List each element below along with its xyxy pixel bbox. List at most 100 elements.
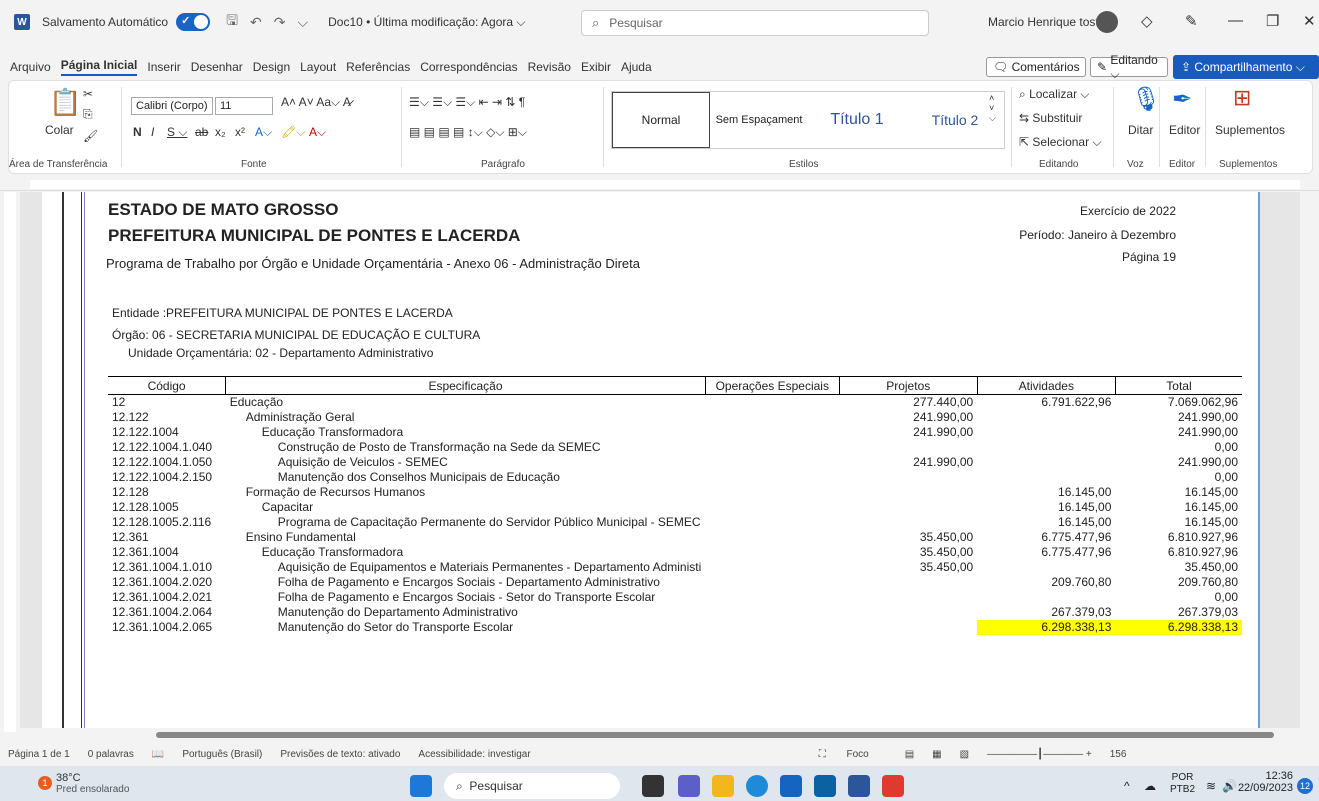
grow-font-icon[interactable]: A˄ A˅ Aa⌵ A̷ — [281, 95, 351, 110]
document-canvas[interactable]: ESTADO DE MATO GROSSO PREFEITURA MUNICIP… — [20, 192, 1300, 728]
style-no-spacing[interactable]: Sem Espaçament — [710, 92, 808, 148]
diamond-icon[interactable]: ◇ — [1141, 12, 1153, 30]
start-icon[interactable] — [410, 775, 432, 797]
subscript-icon[interactable]: x₂ — [215, 125, 226, 139]
cut-icon[interactable]: ✂ — [83, 87, 93, 101]
addins-label[interactable]: Suplementos — [1215, 123, 1285, 137]
font-name-select[interactable]: Calibri (Corpo) — [131, 97, 213, 115]
word-taskbar-icon[interactable] — [848, 775, 870, 797]
italic-icon[interactable]: I — [151, 125, 154, 139]
store-icon[interactable] — [780, 775, 802, 797]
web-layout-icon[interactable]: ▧ — [960, 749, 969, 760]
redo-icon[interactable]: ↷ — [274, 14, 286, 31]
comments-button[interactable]: 🗨 Comentários — [986, 57, 1086, 77]
minimize-icon[interactable]: — — [1228, 12, 1243, 29]
tab-ajuda[interactable]: Ajuda — [621, 60, 652, 74]
paste-icon[interactable]: 📋 — [49, 87, 81, 118]
language[interactable]: Português (Brasil) — [182, 749, 262, 760]
select-button[interactable]: ⇱ Selecionar ⌵ — [1019, 135, 1102, 150]
highlight-color-icon[interactable]: 🖍⌵ — [281, 125, 305, 140]
dictate-label[interactable]: Ditar — [1128, 123, 1153, 137]
addins-icon[interactable]: ⊞ — [1233, 85, 1251, 111]
replace-button[interactable]: ⇆ Substituir — [1019, 111, 1082, 125]
tab-desenhar[interactable]: Desenhar — [191, 60, 243, 74]
focus-button[interactable]: ⛶ Foco — [819, 749, 887, 760]
style-heading1[interactable]: Título 1 — [808, 92, 906, 148]
close-icon[interactable]: ✕ — [1303, 12, 1316, 30]
editor-icon[interactable]: ✒ — [1172, 85, 1192, 114]
taskbar-search[interactable]: ⌕ Pesquisar — [444, 773, 620, 799]
font-size-select[interactable]: 11 — [215, 97, 273, 115]
tab-referencias[interactable]: Referências — [346, 60, 410, 74]
style-normal[interactable]: Normal — [612, 92, 710, 148]
tab-design[interactable]: Design — [253, 60, 290, 74]
app-icon[interactable] — [882, 775, 904, 797]
cell-code: 12.361.1004.2.065 — [112, 620, 213, 634]
tray-chevron-icon[interactable]: ^ — [1124, 779, 1130, 793]
vertical-ruler[interactable] — [0, 192, 20, 732]
vertical-scrollbar[interactable] — [1302, 192, 1319, 728]
strikethrough-icon[interactable]: ab — [195, 125, 208, 139]
tab-pagina-inicial[interactable]: Página Inicial — [60, 58, 138, 76]
notification-badge[interactable]: 12 — [1297, 778, 1313, 794]
page-count[interactable]: Página 1 de 1 — [8, 749, 70, 760]
tab-layout[interactable]: Layout — [300, 60, 336, 74]
word-count[interactable]: 0 palavras — [88, 749, 134, 760]
styles-scroll-icon[interactable]: ˄ ˅ ⌵ — [989, 93, 996, 124]
font-color-icon[interactable]: A⌵ — [309, 125, 326, 140]
task-view-icon[interactable] — [642, 775, 664, 797]
document-title[interactable]: Doc10 • Última modificação: Agora ⌵ — [328, 15, 525, 30]
scrollbar-thumb[interactable] — [156, 732, 1274, 738]
superscript-icon[interactable]: x² — [235, 125, 245, 139]
search-input[interactable]: ⌕ Pesquisar — [581, 10, 929, 36]
language-indicator[interactable]: POR PTB2 — [1170, 772, 1195, 796]
tab-inserir[interactable]: Inserir — [147, 60, 180, 74]
copy-icon[interactable]: ⎘ — [83, 107, 93, 122]
read-mode-icon[interactable]: ▤ — [905, 749, 914, 760]
zoom-slider[interactable]: —————┃———— + — [987, 749, 1092, 760]
autosave-toggle[interactable] — [176, 13, 211, 31]
customize-toolbar-icon[interactable]: ⌵ — [297, 14, 308, 31]
dell-icon[interactable] — [814, 775, 836, 797]
tab-exibir[interactable]: Exibir — [581, 60, 611, 74]
wifi-icon[interactable]: ≋ — [1206, 779, 1216, 793]
format-painter-icon[interactable]: 🖌 — [83, 129, 98, 143]
search-icon: ⌕ — [456, 778, 470, 793]
pen-icon[interactable]: ✎ — [1185, 12, 1198, 30]
avatar[interactable] — [1096, 11, 1118, 33]
editor-label[interactable]: Editor — [1169, 123, 1200, 137]
tab-correspondencias[interactable]: Correspondências — [420, 60, 517, 74]
paste-label[interactable]: Colar — [45, 123, 74, 137]
align-icon[interactable]: ▤ ▤ ▤ ▤ ↕⌵ ◇⌵ ⊞⌵ — [409, 125, 527, 140]
edge-icon[interactable] — [746, 775, 768, 797]
undo-icon[interactable]: ↶ — [250, 14, 262, 31]
zoom-level[interactable]: 156 — [1110, 749, 1127, 760]
horizontal-ruler[interactable] — [0, 177, 1319, 191]
save-icon[interactable]: 🖫 — [226, 10, 238, 34]
accessibility-status[interactable]: Acessibilidade: investigar — [418, 749, 530, 760]
tab-arquivo[interactable]: Arquivo — [10, 60, 51, 74]
bullets-icon[interactable]: ☰⌵ ☰⌵ ☰⌵ ⇤ ⇥ ⇅ ¶ — [409, 95, 525, 110]
microphone-icon[interactable]: 🎙 — [1131, 85, 1161, 114]
share-button[interactable]: ⇪ Compartilhamento ⌵ — [1173, 55, 1319, 79]
print-layout-icon[interactable]: ▦ — [932, 749, 941, 760]
clock[interactable]: 12:36 22/09/2023 — [1235, 770, 1293, 794]
user-name[interactable]: Marcio Henrique tosti — [988, 15, 1101, 29]
document-page[interactable]: ESTADO DE MATO GROSSO PREFEITURA MUNICIP… — [42, 192, 1260, 728]
table-row: 12.361 Ensino Fundamental 35.450,00 6.775.4… — [108, 530, 1242, 545]
bold-icon[interactable]: N — [133, 125, 142, 139]
file-explorer-icon[interactable] — [712, 775, 734, 797]
find-button[interactable]: ⌕ Localizar ⌵ — [1019, 87, 1090, 102]
editing-mode-button[interactable]: ✎ Editando ⌵ — [1090, 53, 1168, 81]
proofing-icon[interactable]: 📖 — [152, 749, 164, 760]
text-predictions[interactable]: Previsões de texto: ativado — [280, 749, 400, 760]
horizontal-scrollbar[interactable] — [30, 730, 1300, 740]
table-row: 12.122.1004.1.050 Aquisição de Veiculos -… — [108, 455, 1242, 470]
teams-icon[interactable] — [678, 775, 700, 797]
tray-cloud-icon[interactable]: ☁ — [1144, 779, 1156, 793]
underline-icon[interactable]: S ⌵ — [167, 125, 187, 140]
restore-icon[interactable]: ❐ — [1266, 12, 1279, 30]
weather-widget[interactable]: 38°C Pred ensolarado — [56, 772, 129, 795]
text-effects-icon[interactable]: A⌵ — [255, 125, 272, 140]
tab-revisao[interactable]: Revisão — [528, 60, 571, 74]
